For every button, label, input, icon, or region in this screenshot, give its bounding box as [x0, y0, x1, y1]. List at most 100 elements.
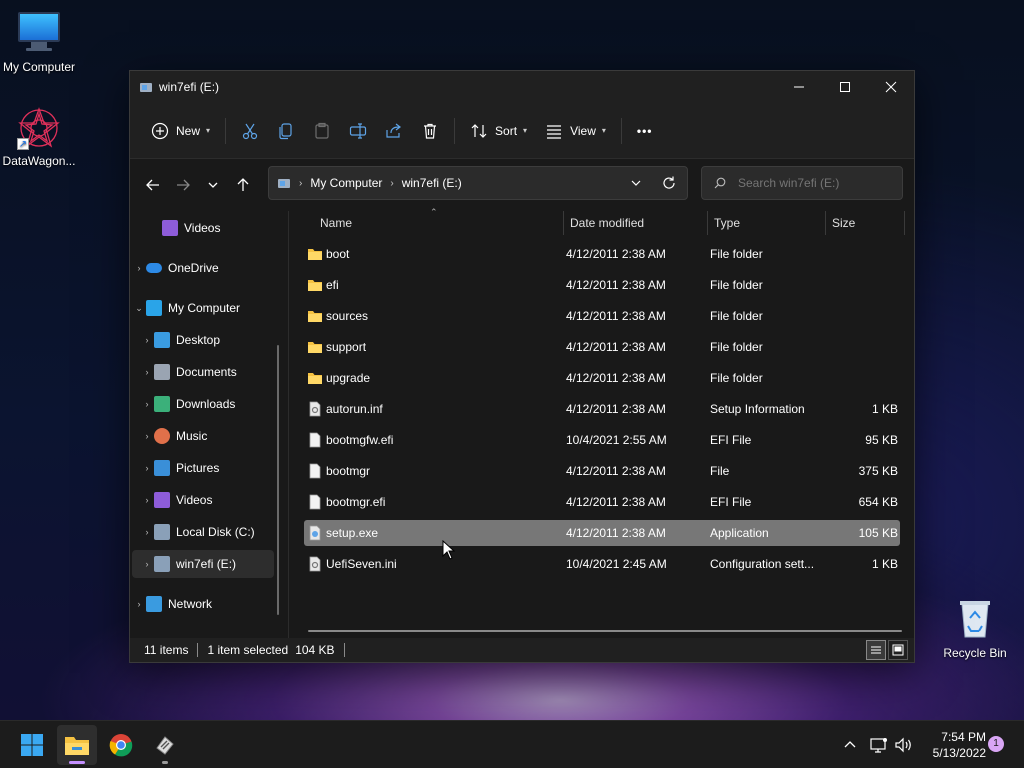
- column-header-date[interactable]: Date modified: [564, 211, 708, 235]
- show-hidden-icons-button[interactable]: [842, 721, 858, 768]
- more-options-label: •••: [636, 123, 653, 138]
- address-bar[interactable]: › My Computer › win7efi (E:): [268, 166, 688, 200]
- arrow-up-icon: [237, 178, 249, 191]
- sidebar-item-network[interactable]: › Network: [132, 590, 274, 618]
- file-row[interactable]: upgrade 4/12/2011 2:38 AM File folder: [304, 365, 900, 391]
- volume-tray-button[interactable]: [895, 721, 913, 768]
- sidebar-item-pictures[interactable]: › Pictures: [140, 454, 282, 482]
- maximize-button[interactable]: [822, 71, 868, 103]
- file-size: [824, 241, 898, 267]
- sidebar-item-videos-quick[interactable]: Videos: [132, 214, 274, 242]
- network-icon: [146, 596, 162, 612]
- column-header-size[interactable]: Size: [826, 211, 905, 235]
- title-bar[interactable]: win7efi (E:): [130, 71, 914, 103]
- pane-divider[interactable]: [288, 211, 289, 638]
- more-options-button[interactable]: •••: [628, 113, 662, 149]
- view-toggle: [864, 640, 908, 660]
- column-header-name[interactable]: Name: [314, 211, 564, 235]
- sidebar-item-local-disk[interactable]: › Local Disk (C:): [140, 518, 282, 546]
- sidebar-item-win7efi[interactable]: › win7efi (E:): [132, 550, 274, 578]
- view-button[interactable]: View ▾: [536, 113, 615, 149]
- notification-badge[interactable]: 1: [988, 736, 1004, 752]
- forward-button[interactable]: [168, 170, 198, 200]
- cut-button[interactable]: [232, 113, 268, 149]
- drive-icon: [140, 83, 152, 92]
- desktop-icon-recycle-bin[interactable]: Recycle Bin: [935, 598, 1015, 660]
- refresh-icon[interactable]: [661, 175, 677, 191]
- recycle-bin-icon: [953, 598, 997, 642]
- close-button[interactable]: [868, 71, 914, 103]
- file-row[interactable]: UefiSeven.ini 10/4/2021 2:45 AM Configurat…: [304, 551, 900, 577]
- sidebar-item-desktop[interactable]: › Desktop: [140, 326, 282, 354]
- file-size: [824, 272, 898, 298]
- tiles-view-button[interactable]: [888, 640, 908, 660]
- taskbar-file-explorer[interactable]: [57, 725, 97, 765]
- downloads-icon: [154, 396, 170, 412]
- sort-button[interactable]: Sort ▾: [461, 113, 536, 149]
- file-date: 4/12/2011 2:38 AM: [566, 464, 666, 478]
- file-row[interactable]: efi 4/12/2011 2:38 AM File folder: [304, 272, 900, 298]
- maximize-icon: [840, 82, 850, 92]
- chevron-down-icon[interactable]: ⌄: [132, 303, 146, 314]
- chevron-right-icon[interactable]: ›: [140, 335, 154, 345]
- file-row[interactable]: support 4/12/2011 2:38 AM File folder: [304, 334, 900, 360]
- chevron-right-icon[interactable]: ›: [140, 399, 154, 409]
- start-button[interactable]: [12, 725, 52, 765]
- recent-locations-button[interactable]: [198, 170, 228, 200]
- sidebar-item-onedrive[interactable]: › OneDrive: [132, 254, 274, 282]
- breadcrumb-my-computer[interactable]: My Computer: [310, 176, 382, 190]
- paste-icon: [315, 122, 329, 139]
- minimize-button[interactable]: [776, 71, 822, 103]
- file-row[interactable]: bootmgr 4/12/2011 2:38 AM File 375 KB: [304, 458, 900, 484]
- sidebar-item-videos[interactable]: › Videos: [140, 486, 282, 514]
- file-row[interactable]: bootmgr.efi 4/12/2011 2:38 AM EFI File 654 …: [304, 489, 900, 515]
- sidebar-item-my-computer[interactable]: ⌄ My Computer: [132, 294, 274, 322]
- desktop-icon-datawagon[interactable]: ↗ DataWagon...: [0, 106, 79, 168]
- network-tray-button[interactable]: [870, 721, 888, 768]
- sidebar-item-documents[interactable]: › Documents: [140, 358, 282, 386]
- up-button[interactable]: [228, 170, 258, 200]
- column-header-type[interactable]: Type: [708, 211, 826, 235]
- taskbar-app-tool[interactable]: [145, 725, 185, 765]
- file-size: [824, 334, 898, 360]
- taskbar-chrome[interactable]: [101, 725, 141, 765]
- sidebar-scrollbar[interactable]: [277, 345, 279, 615]
- file-date: 10/4/2021 2:45 AM: [566, 557, 667, 571]
- view-button-label: View: [570, 123, 596, 138]
- share-button[interactable]: [376, 113, 412, 149]
- chevron-right-icon[interactable]: ›: [140, 559, 154, 569]
- chevron-right-icon[interactable]: ›: [140, 495, 154, 505]
- address-dropdown-icon[interactable]: [629, 176, 643, 190]
- sidebar-item-downloads[interactable]: › Downloads: [140, 390, 282, 418]
- file-row[interactable]: bootmgfw.efi 10/4/2021 2:55 AM EFI File 95 …: [304, 427, 900, 453]
- desktop-icon-my-computer[interactable]: My Computer: [0, 10, 79, 74]
- rename-button[interactable]: [340, 113, 376, 149]
- new-button[interactable]: New ▾: [142, 113, 219, 149]
- sidebar-item-music[interactable]: › Music: [140, 422, 282, 450]
- search-input[interactable]: [738, 176, 888, 190]
- horizontal-scrollbar[interactable]: [308, 630, 902, 632]
- file-size: 1 KB: [871, 557, 898, 571]
- search-box[interactable]: [701, 166, 903, 200]
- taskbar-clock[interactable]: 7:54 PM 5/13/2022: [922, 729, 986, 761]
- back-button[interactable]: [138, 170, 168, 200]
- delete-button[interactable]: [412, 113, 448, 149]
- file-row[interactable]: autorun.inf 4/12/2011 2:38 AM Setup Inform…: [304, 396, 900, 422]
- paste-button[interactable]: [304, 113, 340, 149]
- chevron-right-icon[interactable]: ›: [140, 367, 154, 377]
- chevron-right-icon[interactable]: ›: [140, 431, 154, 441]
- chevron-right-icon[interactable]: ›: [132, 599, 146, 609]
- chevron-right-icon[interactable]: ›: [140, 463, 154, 473]
- breadcrumb-drive[interactable]: win7efi (E:): [402, 176, 462, 190]
- chevron-right-icon[interactable]: ›: [140, 527, 154, 537]
- details-view-button[interactable]: [866, 640, 886, 660]
- minimize-icon: [794, 86, 804, 88]
- chevron-right-icon[interactable]: ›: [132, 263, 146, 273]
- file-type: File folder: [710, 278, 763, 292]
- sidebar-item-label: Local Disk (C:): [176, 525, 255, 539]
- file-row[interactable]: boot 4/12/2011 2:38 AM File folder: [304, 241, 900, 267]
- chevron-up-icon: [844, 741, 856, 748]
- file-row[interactable]: sources 4/12/2011 2:38 AM File folder: [304, 303, 900, 329]
- file-row[interactable]: setup.exe 4/12/2011 2:38 AM Application 105…: [304, 520, 900, 546]
- copy-button[interactable]: [268, 113, 304, 149]
